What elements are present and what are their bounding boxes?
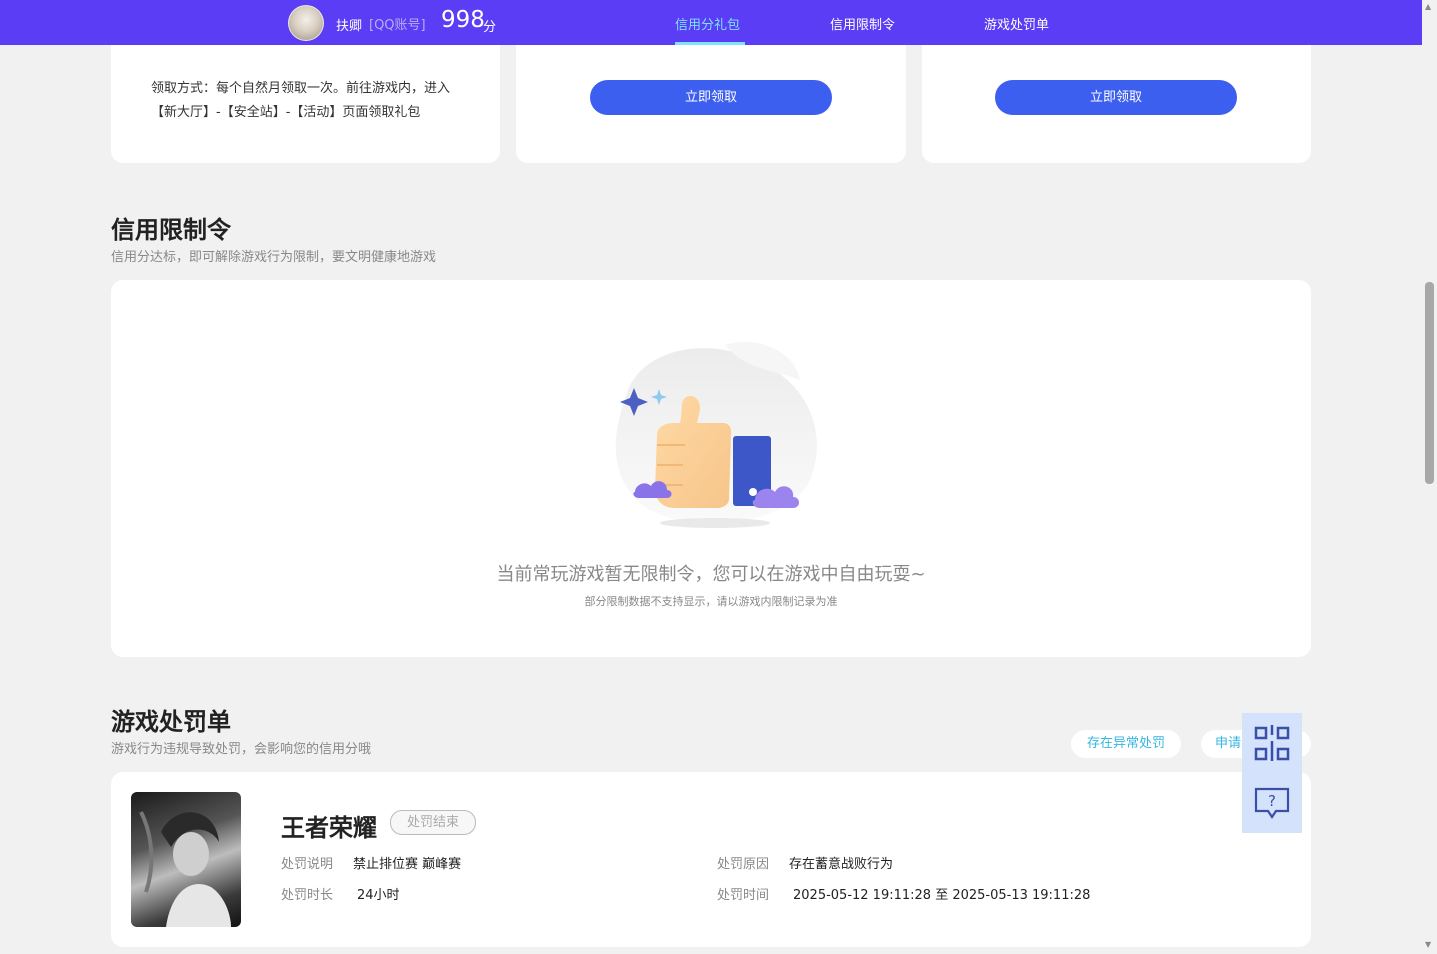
active-tab-indicator bbox=[675, 42, 745, 45]
svg-text:?: ? bbox=[1268, 792, 1276, 810]
empty-restriction-message: 当前常玩游戏暂无限制令，您可以在游戏中自由玩耍~ bbox=[496, 564, 926, 585]
game-thumbnail bbox=[131, 792, 241, 927]
scrollbar-thumb[interactable] bbox=[1425, 282, 1434, 484]
qr-code-icon bbox=[1254, 725, 1290, 761]
tab-credit-restriction[interactable]: 信用限制令 bbox=[830, 14, 895, 33]
penalty-duration-label: 处罚时长 bbox=[281, 888, 334, 903]
penalty-time-label: 处罚时间 bbox=[717, 888, 770, 903]
status-badge: 处罚结束 bbox=[390, 810, 476, 835]
restriction-section-subtitle: 信用分达标，即可解除游戏行为限制，要文明健康地游戏 bbox=[111, 250, 437, 265]
penalty-reason-label: 处罚原因 bbox=[717, 857, 770, 872]
qr-code-button[interactable] bbox=[1242, 713, 1302, 773]
claim-button[interactable]: 立即领取 bbox=[590, 80, 832, 115]
avatar[interactable] bbox=[288, 5, 324, 41]
penalty-time-value: 2025-05-12 19:11:28 至 2025-05-13 19:11:2… bbox=[793, 888, 1091, 903]
thumbs-up-illustration bbox=[615, 341, 817, 528]
claim-method-text: 领取方式：每个自然月领取一次。前往游戏内，进入【新大厅】-【安全站】-【活动】页… bbox=[151, 81, 451, 120]
help-question-icon: ? bbox=[1254, 787, 1290, 819]
penalty-section-title: 游戏处罚单 bbox=[111, 708, 231, 736]
penalty-reason-value: 存在蓄意战败行为 bbox=[789, 857, 894, 872]
penalty-duration-value: 24小时 bbox=[357, 888, 400, 903]
penalty-desc-label: 处罚说明 bbox=[281, 857, 334, 872]
scroll-up-arrow[interactable]: ▲ bbox=[1425, 2, 1431, 11]
scroll-down-arrow[interactable]: ▼ bbox=[1425, 940, 1431, 949]
account-type: [QQ账号] bbox=[369, 18, 426, 33]
credit-score: 998 bbox=[441, 7, 485, 33]
penalty-desc-value: 禁止排位赛 巅峰赛 bbox=[353, 857, 462, 872]
score-unit: 分 bbox=[483, 20, 497, 35]
user-name: 扶卿 bbox=[336, 19, 363, 34]
top-nav-bar: 扶卿 [QQ账号] 998 分 信用分礼包 信用限制令 游戏处罚单 bbox=[0, 0, 1422, 45]
restriction-section-title: 信用限制令 bbox=[111, 216, 231, 244]
penalty-section-subtitle: 游戏行为违规导致处罚，会影响您的信用分哦 bbox=[111, 742, 372, 757]
abnormal-penalty-button[interactable]: 存在异常处罚 bbox=[1071, 730, 1181, 758]
help-button[interactable]: ? bbox=[1242, 773, 1302, 833]
tab-game-penalty[interactable]: 游戏处罚单 bbox=[984, 14, 1049, 33]
game-name: 王者荣耀 bbox=[281, 814, 377, 842]
empty-restriction-note: 部分限制数据不支持显示，请以游戏内限制记录为准 bbox=[584, 595, 838, 608]
tab-credit-gift[interactable]: 信用分礼包 bbox=[675, 14, 740, 33]
claim-button[interactable]: 立即领取 bbox=[995, 80, 1237, 115]
